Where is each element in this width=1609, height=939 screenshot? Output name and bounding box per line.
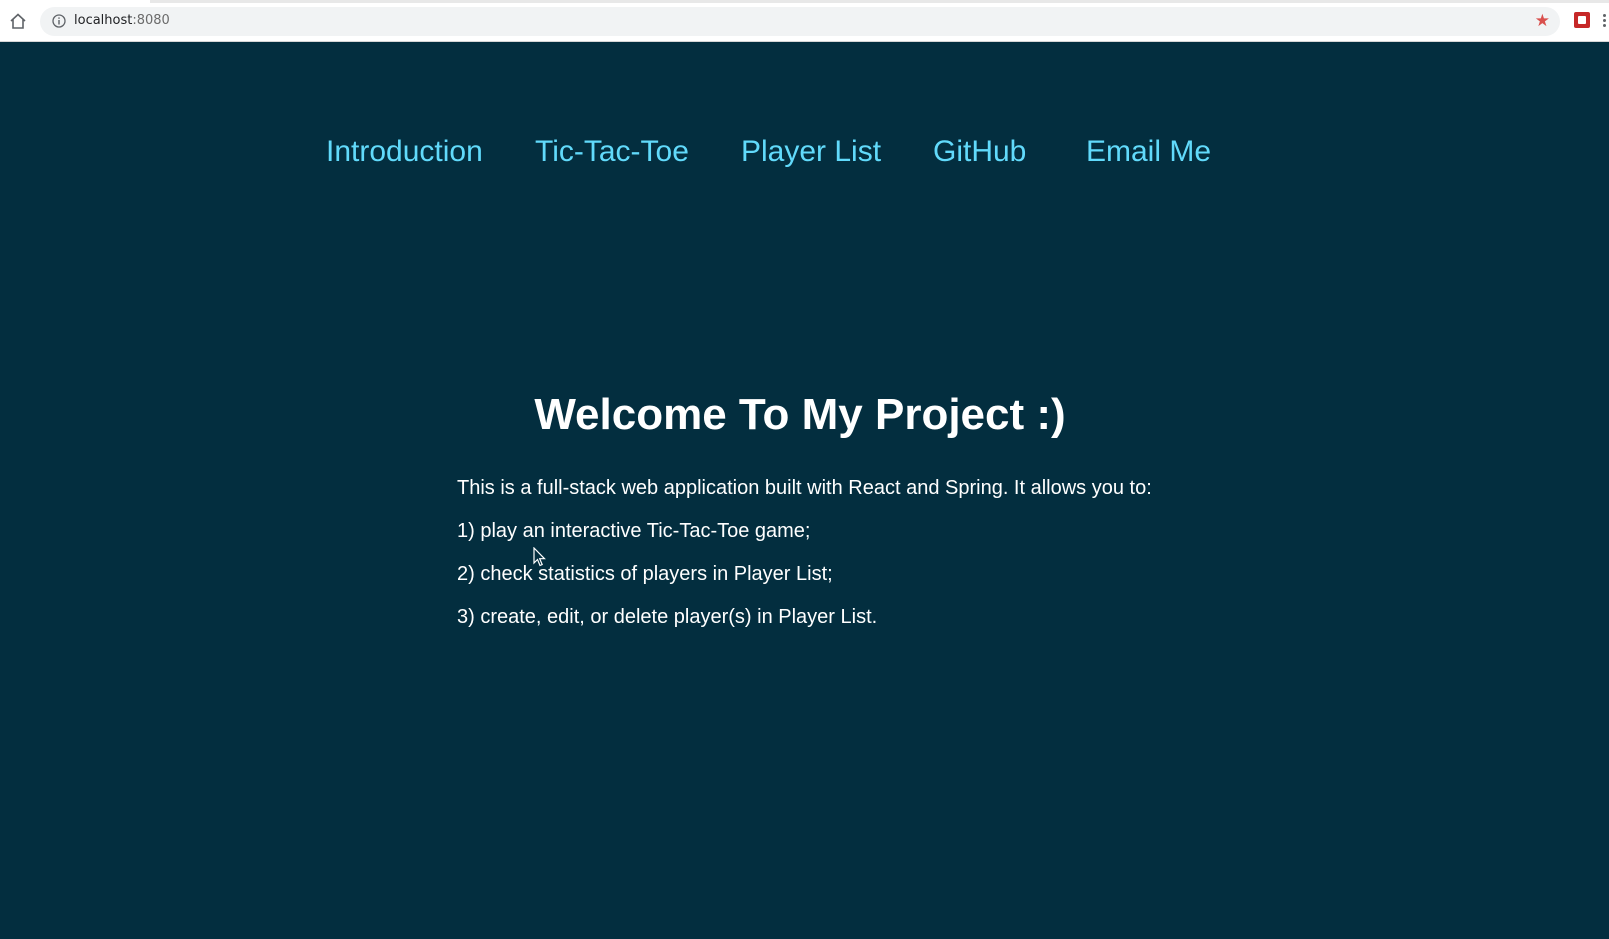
star-icon[interactable]: ★: [1535, 11, 1550, 31]
feature-item: 1) play an interactive Tic-Tac-Toe game;: [457, 520, 811, 542]
page-title: Welcome To My Project :): [534, 390, 1066, 439]
browser-menu-icon[interactable]: [1603, 14, 1606, 28]
main-nav: Introduction Tic-Tac-Toe Player List Git…: [0, 130, 1609, 175]
extension-icon[interactable]: [1574, 12, 1590, 28]
feature-item: 2) check statistics of players in Player…: [457, 563, 833, 585]
home-icon[interactable]: [9, 12, 27, 30]
url-host: localhost: [74, 13, 133, 28]
nav-link-player-list[interactable]: Player List: [741, 130, 881, 174]
info-icon[interactable]: [52, 14, 66, 28]
address-bar[interactable]: localhost:8080 ★: [40, 7, 1560, 36]
nav-link-introduction[interactable]: Introduction: [326, 130, 483, 174]
nav-link-email-me[interactable]: Email Me: [1086, 130, 1211, 174]
feature-item: 3) create, edit, or delete player(s) in …: [457, 606, 878, 628]
url-port: :8080: [132, 13, 170, 28]
nav-link-tic-tac-toe[interactable]: Tic-Tac-Toe: [535, 130, 689, 174]
intro-text: This is a full-stack web application bui…: [457, 476, 1357, 648]
nav-link-github[interactable]: GitHub: [933, 130, 1026, 174]
browser-toolbar: localhost:8080 ★: [0, 0, 1609, 42]
intro-paragraph: This is a full-stack web application bui…: [457, 477, 1152, 499]
url-text[interactable]: localhost:8080: [74, 13, 170, 28]
mouse-cursor-icon: [533, 547, 546, 567]
tab-strip-edge: [150, 0, 1609, 3]
